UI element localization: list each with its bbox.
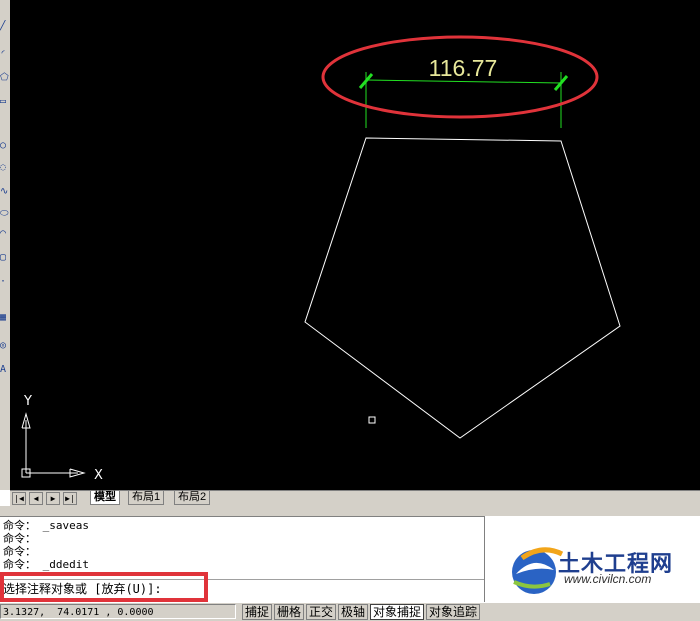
circle-tool-icon[interactable]: ○ bbox=[0, 140, 9, 152]
dimension-text[interactable]: 116.77 bbox=[429, 55, 498, 81]
ellipse-arc-tool-icon[interactable]: ◠ bbox=[0, 228, 9, 240]
next-tab-button[interactable]: ▶ bbox=[46, 492, 60, 505]
point-tool-icon[interactable]: · bbox=[0, 276, 9, 288]
rectangle-tool-icon[interactable]: ▭ bbox=[0, 96, 9, 108]
snap-toggle[interactable]: 捕捉 bbox=[242, 604, 272, 620]
prompt-highlight-box bbox=[0, 572, 208, 602]
spline-tool-icon[interactable]: ∿ bbox=[0, 186, 9, 198]
command-history-line: 命令： bbox=[3, 532, 36, 545]
watermark-logo: 土木工程网 www.civilcn.com bbox=[488, 520, 700, 602]
line-tool-icon[interactable]: ╱ bbox=[0, 20, 9, 32]
ucs-x-label: X bbox=[94, 468, 103, 483]
hatch-tool-icon[interactable]: ▦ bbox=[0, 312, 9, 324]
coordinate-readout: 3.1327, 74.0171 , 0.0000 bbox=[0, 604, 236, 619]
command-history-line: 命令： _saveas bbox=[3, 519, 89, 532]
command-history-line: 命令： _ddedit bbox=[3, 558, 89, 571]
arc-tool-icon[interactable]: ◜ bbox=[0, 48, 9, 60]
otrack-toggle[interactable]: 对象追踪 bbox=[426, 604, 480, 620]
text-tool-icon[interactable]: A bbox=[0, 364, 9, 376]
ortho-toggle[interactable]: 正交 bbox=[306, 604, 336, 620]
tab-layout2[interactable]: 布局2 bbox=[174, 491, 211, 505]
ucs-y-label: Y bbox=[23, 394, 32, 409]
insert-block-icon[interactable]: ▢ bbox=[0, 252, 9, 264]
tab-layout1[interactable]: 布局1 bbox=[128, 491, 165, 505]
prev-tab-button[interactable]: ◀ bbox=[29, 492, 43, 505]
ucs-icon bbox=[21, 412, 86, 478]
ellipse-tool-icon[interactable]: ⬭ bbox=[0, 208, 9, 220]
splitter[interactable] bbox=[0, 506, 700, 516]
drawing-canvas[interactable]: 116.77 Y X bbox=[10, 0, 700, 490]
command-history-line: 命令： bbox=[3, 545, 36, 558]
status-bar: 3.1327, 74.0171 , 0.0000 捕捉 栅格 正交 极轴 对象捕… bbox=[0, 602, 700, 621]
polygon-tool-icon[interactable]: ⬠ bbox=[0, 72, 9, 84]
polar-toggle[interactable]: 极轴 bbox=[338, 604, 368, 620]
pickbox-cursor bbox=[368, 416, 376, 424]
tab-model[interactable]: 模型 bbox=[90, 491, 120, 505]
drawing-svg: 116.77 Y X bbox=[21, 35, 621, 483]
region-tool-icon[interactable]: ◎ bbox=[0, 340, 9, 352]
layout-tabs-bar: |◀ ◀ ▶ ▶| 模型 布局1 布局2 bbox=[10, 490, 700, 506]
watermark-url: www.civilcn.com bbox=[564, 572, 652, 586]
pentagon-shape[interactable] bbox=[304, 137, 621, 439]
cloud-tool-icon[interactable]: ◌ bbox=[0, 162, 9, 174]
osnap-toggle[interactable]: 对象捕捉 bbox=[370, 604, 424, 620]
grid-toggle[interactable]: 栅格 bbox=[274, 604, 304, 620]
last-tab-button[interactable]: ▶| bbox=[63, 492, 77, 505]
first-tab-button[interactable]: |◀ bbox=[12, 492, 26, 505]
